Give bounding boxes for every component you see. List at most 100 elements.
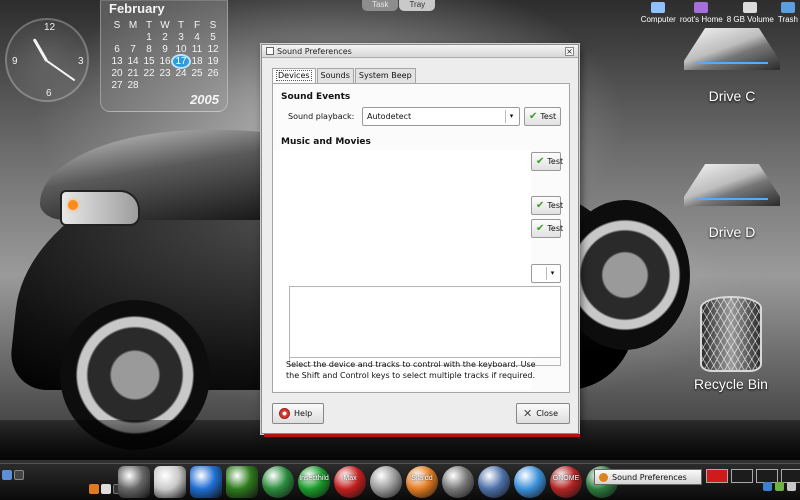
calendar-day[interactable]: 13: [109, 56, 125, 67]
calendar-day[interactable]: 10: [173, 44, 189, 55]
sound-playback-value: Autodetect: [367, 112, 412, 121]
desktop-item-label: Computer: [640, 15, 676, 24]
dock-launcher-1[interactable]: [118, 466, 150, 498]
dock-launcher-10[interactable]: [442, 466, 474, 498]
calendar-day[interactable]: 22: [141, 68, 157, 79]
workspace-1[interactable]: [706, 469, 728, 483]
close-button[interactable]: ✕ Close: [516, 403, 570, 424]
calendar-day: [125, 32, 141, 43]
calendar-day[interactable]: 21: [125, 68, 141, 79]
keyboard-help-text: Select the device and tracks to control …: [286, 360, 536, 380]
update-icon[interactable]: [775, 482, 784, 491]
calendar-day[interactable]: 26: [205, 68, 221, 79]
sound-playback-select[interactable]: Autodetect ▾: [362, 107, 520, 126]
drive-d-icon[interactable]: Drive D: [672, 164, 792, 240]
taskbar-window-sound-preferences[interactable]: Sound Preferences: [594, 469, 702, 485]
test-button-label: Test: [547, 201, 564, 210]
calendar-day[interactable]: 9: [157, 44, 173, 55]
workspace-2[interactable]: [731, 469, 753, 483]
show-desktop-icon[interactable]: [2, 470, 12, 480]
calendar-day[interactable]: 18: [189, 56, 205, 67]
tab-sounds[interactable]: Sounds: [316, 68, 354, 83]
sound-playback-label: Sound playback:: [288, 112, 355, 121]
calendar-weekday: W: [160, 20, 170, 31]
sound-events-test-button[interactable]: ✔ Test: [524, 107, 561, 126]
calendar-day[interactable]: 6: [109, 44, 125, 55]
volume-icon[interactable]: [787, 482, 796, 491]
calendar-day[interactable]: 2: [157, 32, 173, 43]
calendar-day[interactable]: 19: [205, 56, 221, 67]
dock-launcher-6[interactable]: Insecthild: [298, 466, 330, 498]
calendar-day[interactable]: 28: [125, 80, 141, 91]
file-manager-icon[interactable]: [101, 484, 111, 494]
calendar-day[interactable]: 8: [141, 44, 157, 55]
video-test-button[interactable]: ✔ Test: [531, 196, 564, 215]
calendar-day[interactable]: 16: [157, 56, 173, 67]
calendar-day[interactable]: 24: [173, 68, 189, 79]
calendar-day[interactable]: 14: [125, 56, 141, 67]
calendar-day[interactable]: 7: [125, 44, 141, 55]
calendar-year: 2005: [190, 92, 219, 107]
drive-d-slab: [684, 164, 780, 206]
dock-launcher-13[interactable]: GNOME: [550, 466, 582, 498]
calendar-day[interactable]: 17: [173, 56, 189, 67]
workspace-3[interactable]: [756, 469, 778, 483]
dock-launcher-5[interactable]: [262, 466, 294, 498]
dock-launcher-12[interactable]: [514, 466, 546, 498]
taskbar-left-applets: [2, 470, 24, 480]
desktop-icon-computer[interactable]: Computer: [641, 2, 676, 24]
calendar-day[interactable]: 20: [109, 68, 125, 79]
calendar-day: [109, 32, 125, 43]
dock-launcher-label: GNOME: [552, 475, 580, 482]
calendar-weekday: T: [145, 20, 153, 31]
drive-c-icon[interactable]: Drive C: [672, 28, 792, 104]
dock-launcher-9[interactable]: Sila dd: [406, 466, 438, 498]
workspace-icon[interactable]: [14, 470, 24, 480]
calendar-day[interactable]: 4: [189, 32, 205, 43]
dock-launcher-3[interactable]: [190, 466, 222, 498]
mixer-device-select[interactable]: ▾: [531, 264, 561, 283]
dock-launcher-4[interactable]: [226, 466, 258, 498]
calendar-weekday: T: [177, 20, 185, 31]
window-menu-icon[interactable]: [266, 47, 274, 55]
calendar-day[interactable]: 12: [205, 44, 221, 55]
desktop-item-label: Trash: [777, 15, 798, 24]
calendar-day[interactable]: 15: [141, 56, 157, 67]
recycle-bin-graphic: [700, 296, 762, 372]
workspace-4[interactable]: [781, 469, 800, 483]
drive-c-label: Drive C: [708, 88, 756, 104]
calendar-day[interactable]: 25: [189, 68, 205, 79]
top-tab-task[interactable]: Task: [362, 0, 399, 11]
help-icon: [279, 408, 290, 419]
music-test-button[interactable]: ✔ Test: [531, 152, 563, 171]
clock-number-3: 3: [78, 56, 84, 67]
top-tab-tray[interactable]: Tray: [399, 0, 436, 11]
calendar-widget: February S M T W T F S 1 2 3 4 5 6 7 8 9 10 11 12 13 14 15 16 1…: [100, 0, 228, 112]
dock-launcher-11[interactable]: [478, 466, 510, 498]
recycle-bin-icon[interactable]: Recycle Bin: [676, 296, 786, 392]
firefox-launcher-icon[interactable]: [89, 484, 99, 494]
calendar-day[interactable]: 27: [109, 80, 125, 91]
tab-system-beep[interactable]: System Beep: [354, 68, 416, 83]
calendar-day[interactable]: 11: [189, 44, 205, 55]
calendar-day[interactable]: 23: [157, 68, 173, 79]
desktop-icon-trash[interactable]: Trash: [778, 2, 798, 24]
calendar-day: [141, 80, 157, 91]
dock-launcher-8[interactable]: [370, 466, 402, 498]
conferencing-test-button[interactable]: ✔ Test: [531, 219, 563, 238]
desktop-icon-8-gb-volume[interactable]: 8 GB Volume: [727, 2, 774, 24]
tab-devices[interactable]: Devices: [272, 68, 316, 84]
calendar-day[interactable]: 5: [205, 32, 221, 43]
calendar-day[interactable]: 1: [141, 32, 157, 43]
window-titlebar[interactable]: Sound Preferences ×: [262, 45, 578, 58]
check-icon: ✔: [536, 156, 545, 167]
dock-launcher-7[interactable]: Max: [334, 466, 366, 498]
dock-launcher-label: Max: [343, 475, 357, 482]
clock-minute-hand: [46, 60, 76, 82]
dock-launcher-2[interactable]: [154, 466, 186, 498]
network-icon[interactable]: [763, 482, 772, 491]
calendar-day[interactable]: 3: [173, 32, 189, 43]
help-button[interactable]: Help: [272, 403, 324, 424]
desktop-icon-root-s-home[interactable]: root's Home: [680, 2, 723, 24]
window-close-icon[interactable]: ×: [565, 46, 574, 56]
